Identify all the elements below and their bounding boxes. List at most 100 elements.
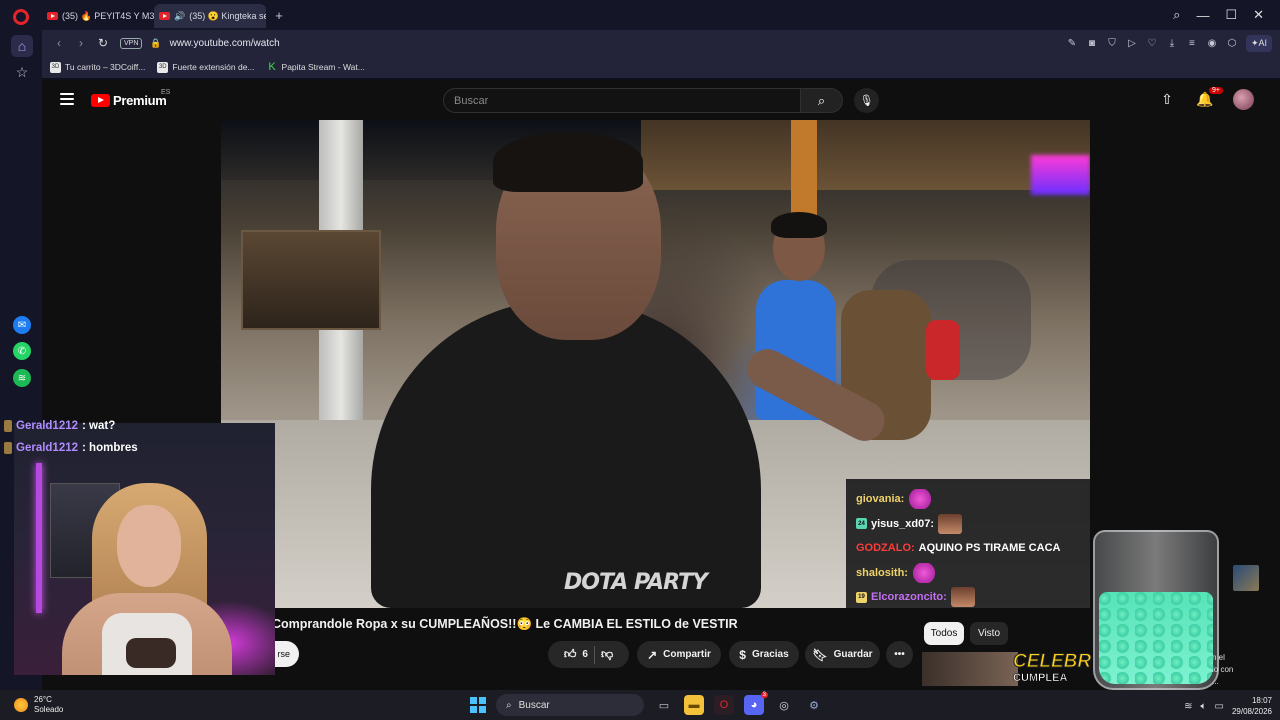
chat-username: GODZALO:: [856, 542, 915, 555]
face-emote-icon: [937, 513, 962, 534]
windows-taskbar: 26°C Soleado ⌕ Buscar ▭ ▬ O ◕ 3 ◎ ⚙ ≋ 🔈︎ …: [0, 690, 1280, 720]
related-video-thumbnail[interactable]: [922, 652, 1018, 686]
weather-widget[interactable]: 26°C Soleado: [14, 695, 63, 715]
player-icon[interactable]: ▷: [1126, 37, 1138, 49]
chat-username: Elcorazoncito:: [871, 591, 947, 604]
thanks-button[interactable]: $ Gracias: [729, 641, 799, 668]
heart-icon[interactable]: ♡: [1146, 37, 1158, 49]
bookmark-label: Fuerte extensión de...: [172, 62, 255, 72]
thanks-label: Gracias: [751, 649, 789, 660]
task-view-icon[interactable]: ▭: [654, 695, 674, 715]
search-button[interactable]: ⌕: [801, 88, 843, 113]
search-icon: ⌕: [506, 699, 512, 711]
sub-badge: 19: [856, 591, 867, 603]
extension-icon[interactable]: ⬡: [1226, 37, 1238, 49]
save-label: Guardar: [833, 649, 873, 660]
streamer-webcam: [14, 423, 275, 675]
speaker-icon[interactable]: 🔊: [174, 11, 185, 22]
more-actions-button[interactable]: •••: [886, 641, 913, 668]
chat-username: Gerald1212: [16, 442, 79, 454]
bookmarks-bar: 3D Tu carrito – 3DCoiff... 3D Fuerte ext…: [42, 56, 1280, 78]
weather-status: Soleado: [34, 705, 64, 714]
back-button[interactable]: ‹: [48, 32, 70, 54]
share-label: Compartir: [663, 649, 711, 660]
volume-icon[interactable]: 🔈︎: [1201, 701, 1207, 712]
chat-message: giovania:: [856, 487, 1080, 512]
youtube-header: Premium ES Buscar ⌕ 🎙 ⇧ 🔔 9+: [42, 80, 1280, 120]
search-tabs-icon[interactable]: ⌕: [1173, 7, 1180, 23]
menu-icon[interactable]: ≡: [1186, 37, 1198, 49]
share-button[interactable]: ↗ Compartir: [637, 641, 721, 668]
dislike-button[interactable]: 👎︎: [601, 647, 613, 662]
download-icon[interactable]: ⤓: [1166, 37, 1178, 49]
minimize-button[interactable]: —: [1196, 8, 1209, 23]
chat-text: : hombres: [82, 442, 138, 454]
profile-icon[interactable]: ◉: [1206, 37, 1218, 49]
bookmark-papita-stream[interactable]: K Papita Stream - Wat...: [267, 61, 364, 73]
guide-menu-icon[interactable]: [60, 93, 74, 105]
ai-button[interactable]: ✦AI: [1245, 34, 1272, 52]
taskbar-search[interactable]: ⌕ Buscar: [496, 694, 644, 716]
spotify-icon[interactable]: ≋: [13, 369, 31, 387]
bookmark-label: Tu carrito – 3DCoiff...: [65, 62, 146, 72]
whatsapp-icon[interactable]: ✆: [13, 342, 31, 360]
new-tab-button[interactable]: +: [270, 6, 288, 24]
reload-button[interactable]: ↻: [92, 32, 114, 54]
obs-icon[interactable]: ◎: [774, 695, 794, 715]
clock[interactable]: 18:07 29/08/2026: [1232, 695, 1272, 717]
desktop: ⌂ ☆ ✉ ✆ ≋ (35) 🔥 PEYIT4S Y M3CHA 🔊 (35) …: [0, 0, 1280, 720]
maximize-button[interactable]: ☐: [1225, 7, 1237, 23]
sub-badge: 24: [856, 518, 867, 530]
lock-icon[interactable]: 🔒: [150, 38, 161, 49]
chat-badge-icon: [4, 420, 12, 432]
messenger-icon[interactable]: ✉: [13, 316, 31, 334]
youtube-play-icon: [91, 94, 110, 107]
save-button[interactable]: 🔖︎ Guardar: [805, 641, 880, 668]
notifications-badge: 9+: [1209, 86, 1223, 94]
bookmark-fuerte-extension[interactable]: 3D Fuerte extensión de...: [157, 61, 255, 73]
tab-label: (35) 😮 Kingteka se G: [189, 10, 266, 21]
bookmark-icon: 🔖︎: [812, 647, 828, 662]
notifications-icon[interactable]: 🔔 9+: [1195, 86, 1223, 110]
chat-message: shalosith:: [856, 561, 1080, 586]
home-icon[interactable]: ⌂: [11, 35, 33, 57]
file-explorer-icon[interactable]: ▬: [684, 695, 704, 715]
opera-logo-icon[interactable]: [13, 9, 29, 25]
related-channel-thumbnail[interactable]: [1233, 565, 1259, 591]
discord-icon[interactable]: ◕ 3: [744, 692, 768, 715]
glass-fill: [1099, 592, 1213, 684]
account-avatar[interactable]: [1233, 89, 1254, 110]
like-button[interactable]: 👍︎: [564, 647, 577, 662]
forward-button[interactable]: ›: [70, 32, 92, 54]
settings-icon[interactable]: ⚙: [804, 695, 824, 715]
tab-peyitas[interactable]: (35) 🔥 PEYIT4S Y M3CHA: [42, 4, 154, 28]
youtube-logo[interactable]: Premium: [91, 93, 167, 108]
url-field[interactable]: www.youtube.com/watch: [170, 38, 280, 49]
opera-taskbar-icon[interactable]: O: [714, 695, 734, 715]
sun-icon: [14, 698, 28, 712]
glass-overlay-widget: [1093, 530, 1219, 690]
search-input[interactable]: Buscar: [443, 88, 801, 113]
pinboard-icon[interactable]: ☆: [11, 61, 33, 83]
search-icon: ⌕: [817, 92, 826, 108]
battery-icon[interactable]: ▭: [1215, 701, 1224, 712]
tab-strip: (35) 🔥 PEYIT4S Y M3CHA 🔊 (35) 😮 Kingteka…: [42, 0, 1280, 30]
chip-all[interactable]: Todos: [924, 622, 964, 645]
snapshot-icon[interactable]: ◙: [1086, 37, 1098, 49]
logo-text: Premium: [113, 93, 167, 108]
bookmark-3dcoiff-cart[interactable]: 3D Tu carrito – 3DCoiff...: [50, 61, 146, 73]
close-button[interactable]: ✕: [1253, 7, 1264, 23]
tab-kingteka[interactable]: 🔊 (35) 😮 Kingteka se G: [154, 4, 266, 28]
chat-username: Gerald1212: [16, 420, 79, 432]
start-button[interactable]: [470, 697, 486, 713]
chip-watched[interactable]: Visto: [970, 622, 1008, 645]
vpn-badge[interactable]: VPN: [120, 37, 143, 49]
microphone-icon: 🎙: [859, 95, 874, 107]
upload-icon[interactable]: ⇧: [1157, 90, 1177, 110]
face-emote-icon: [950, 587, 975, 608]
edit-icon[interactable]: ✎: [1066, 37, 1078, 49]
wifi-icon[interactable]: ≋: [1184, 701, 1192, 712]
region-code: ES: [161, 89, 171, 96]
shield-icon[interactable]: ⛉: [1106, 37, 1118, 49]
voice-search-button[interactable]: 🎙: [854, 88, 879, 113]
